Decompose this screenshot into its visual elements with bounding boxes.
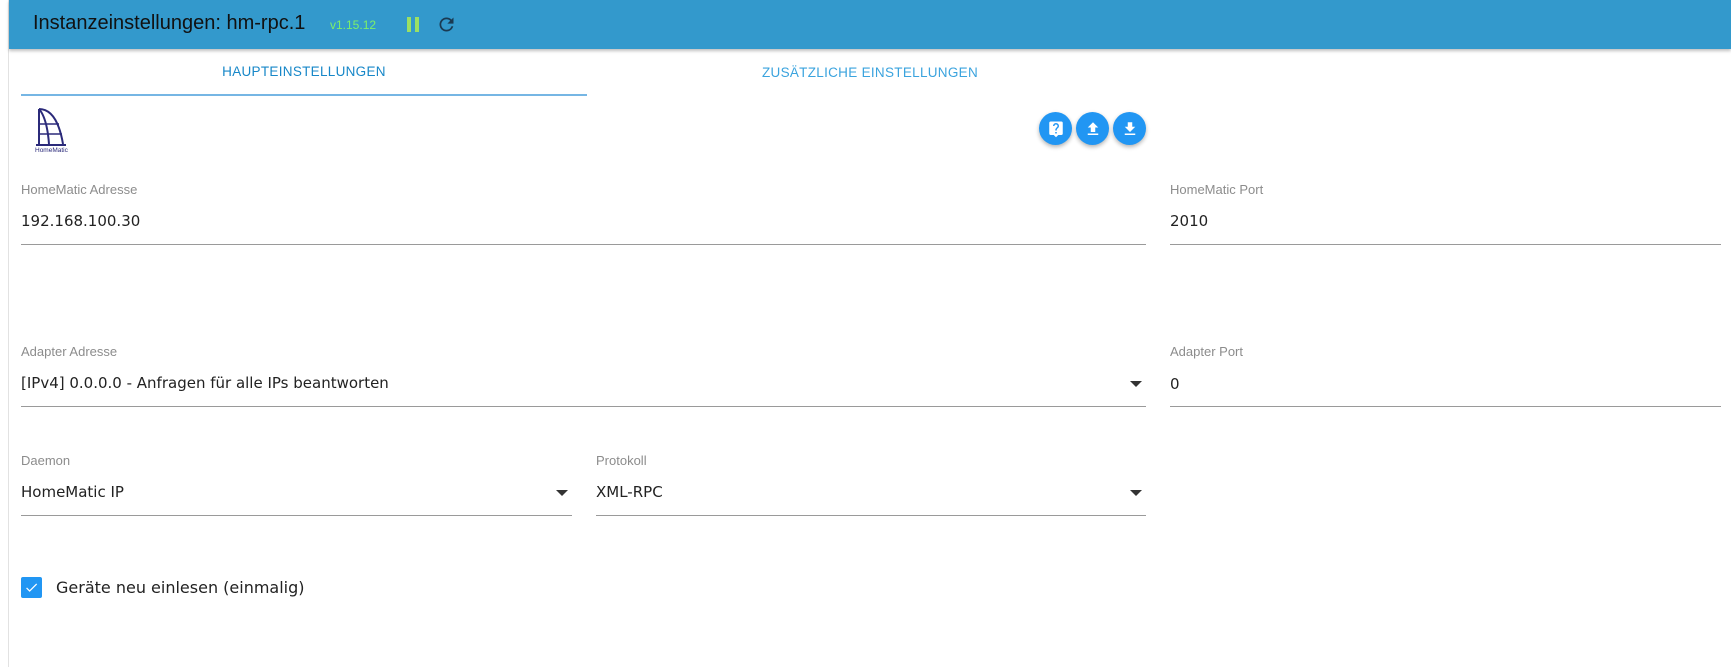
download-button[interactable]: [1113, 112, 1146, 145]
homematic-address-value[interactable]: 192.168.100.30: [21, 212, 140, 230]
reload-devices-checkbox[interactable]: [21, 577, 42, 598]
checkmark-icon: [26, 583, 38, 592]
download-icon: [1124, 121, 1135, 135]
version-label: v1.15.12: [330, 18, 377, 32]
help-icon: [1048, 121, 1063, 137]
protocol-label: Protokoll: [596, 453, 647, 468]
reload-devices-label: Geräte neu einlesen (einmalig): [56, 578, 305, 597]
homematic-address-field[interactable]: HomeMatic Adresse 192.168.100.30: [21, 182, 1146, 245]
daemon-label: Daemon: [21, 453, 71, 468]
settings-panel: [8, 0, 1731, 667]
page-title: Instanzeinstellungen: hm-rpc.1: [33, 12, 306, 34]
title-bar: Instanzeinstellungen: hm-rpc.1 v1.15.12: [9, 0, 1731, 49]
logo-text: HomeMatic: [35, 147, 69, 154]
adapter-port-value[interactable]: 0: [1170, 375, 1180, 393]
adapter-port-label: Adapter Port: [1170, 344, 1243, 359]
tab-main-settings[interactable]: HAUPTEINSTELLUNGEN: [21, 49, 587, 96]
daemon-value: HomeMatic IP: [21, 483, 124, 501]
adapter-port-field[interactable]: Adapter Port 0: [1170, 344, 1721, 407]
pause-icon[interactable]: [407, 17, 419, 32]
protocol-value: XML-RPC: [596, 483, 663, 501]
help-button[interactable]: [1039, 112, 1072, 145]
adapter-address-select[interactable]: Adapter Adresse [IPv4] 0.0.0.0 - Anfrage…: [21, 344, 1146, 407]
homematic-logo: HomeMatic: [33, 106, 71, 154]
adapter-address-value: [IPv4] 0.0.0.0 - Anfragen für alle IPs b…: [21, 374, 389, 392]
homematic-port-value[interactable]: 2010: [1170, 212, 1208, 230]
homematic-address-label: HomeMatic Adresse: [21, 182, 138, 197]
upload-button[interactable]: [1076, 112, 1109, 145]
reload-icon[interactable]: [436, 14, 457, 35]
daemon-select[interactable]: Daemon HomeMatic IP: [21, 453, 572, 516]
chevron-down-icon[interactable]: [556, 490, 568, 496]
adapter-address-label: Adapter Adresse: [21, 344, 118, 359]
homematic-port-label: HomeMatic Port: [1170, 182, 1264, 197]
chevron-down-icon[interactable]: [1130, 381, 1142, 387]
tab-additional-settings[interactable]: ZUSÄTZLICHE EINSTELLUNGEN: [587, 49, 1153, 96]
homematic-port-field[interactable]: HomeMatic Port 2010: [1170, 182, 1721, 245]
chevron-down-icon[interactable]: [1130, 490, 1142, 496]
protocol-select[interactable]: Protokoll XML-RPC: [596, 453, 1146, 516]
upload-icon: [1087, 121, 1098, 135]
